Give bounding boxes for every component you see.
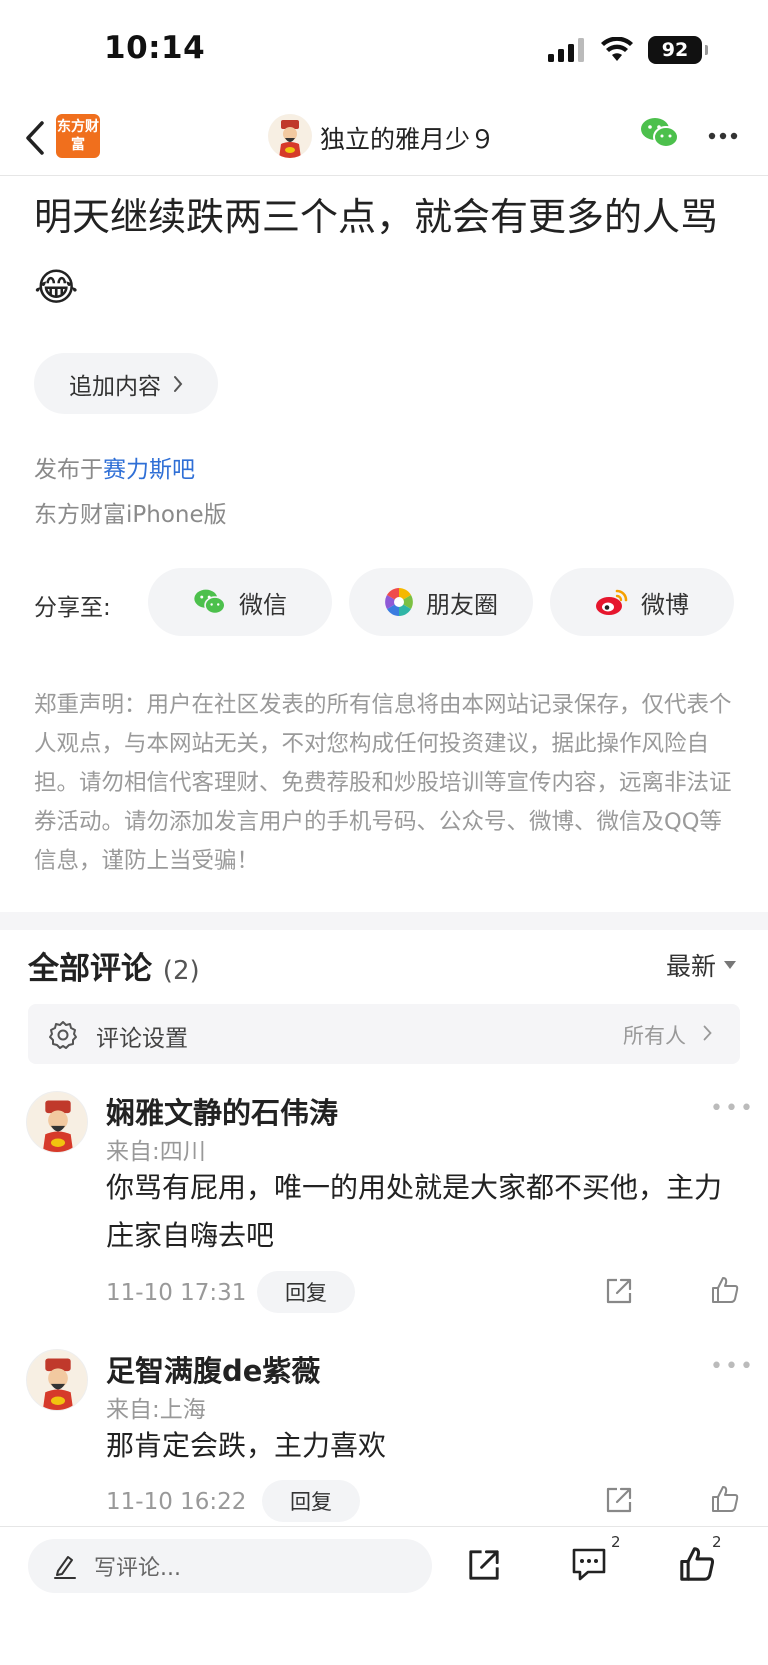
comments-count: (2) <box>162 956 200 986</box>
comment-settings-row[interactable]: 评论设置 所有人 <box>28 1004 740 1064</box>
comment-settings-value: 所有人 <box>623 1024 686 1048</box>
comment-settings-label: 评论设置 <box>96 1026 188 1052</box>
published-prefix: 发布于 <box>34 457 103 483</box>
append-content-label: 追加内容 <box>69 373 161 400</box>
gear-icon <box>49 1021 77 1049</box>
share-label: 分享至: <box>34 595 111 621</box>
comments-title: 全部评论 (2) <box>28 943 200 988</box>
share-icon[interactable] <box>466 1547 502 1583</box>
commenter-avatar[interactable] <box>26 1349 88 1411</box>
sort-dropdown[interactable]: 最新 <box>666 947 736 983</box>
comment-count-badge: 2 <box>611 1533 621 1551</box>
comment-more-icon[interactable]: ••• <box>710 1096 755 1121</box>
commenter-location: 来自:四川 <box>106 1139 206 1165</box>
share-wechat-button[interactable]: 微信 <box>148 568 332 636</box>
back-arrow-icon[interactable] <box>24 120 46 156</box>
like-icon[interactable] <box>678 1545 716 1583</box>
append-content-button[interactable]: 追加内容 <box>34 353 218 414</box>
status-icons: 92 <box>548 36 708 64</box>
client-info: 东方财富iPhone版 <box>34 502 227 528</box>
signal-icon <box>548 38 584 62</box>
post-content: 明天继续跌两三个点，就会有更多的人骂😂 <box>34 195 719 309</box>
comments-title-label: 全部评论 <box>28 951 152 987</box>
share-icon[interactable] <box>604 1276 634 1306</box>
moments-icon <box>385 588 413 616</box>
nav-bar: 东方财富 独立的雅月少９ <box>0 100 768 176</box>
share-icon[interactable] <box>604 1485 634 1515</box>
like-count-badge: 2 <box>712 1533 722 1551</box>
share-moments-button[interactable]: 朋友圈 <box>349 568 533 636</box>
chevron-right-icon <box>174 375 183 392</box>
published-in: 发布于赛力斯吧 <box>34 450 195 484</box>
wifi-icon <box>601 37 633 61</box>
wechat-share-icon[interactable] <box>640 116 680 150</box>
write-comment-placeholder: 写评论... <box>94 1556 181 1581</box>
comment-text: 你骂有屁用，唯一的用处就是大家都不买他，主力庄家自嗨去吧 <box>106 1171 723 1252</box>
like-icon[interactable] <box>710 1484 740 1514</box>
disclaimer-text: 郑重声明：用户在社区发表的所有信息将由本网站记录保存，仅代表个人观点，与本网站无… <box>34 692 732 874</box>
comment-more-icon[interactable]: ••• <box>710 1354 755 1379</box>
commenter-avatar[interactable] <box>26 1091 88 1153</box>
author-avatar[interactable] <box>268 114 312 158</box>
write-comment-input[interactable]: 写评论... <box>28 1539 432 1593</box>
app-logo[interactable]: 东方财富 <box>56 114 100 158</box>
god-of-wealth-icon <box>27 1350 87 1410</box>
god-of-wealth-icon <box>27 1092 87 1152</box>
share-wechat-label: 微信 <box>239 590 287 619</box>
pencil-icon <box>54 1556 76 1579</box>
comment-icon[interactable] <box>570 1547 608 1583</box>
more-options-icon[interactable] <box>708 132 738 140</box>
comment-time: 11-10 16:22 <box>106 1489 247 1515</box>
share-weibo-button[interactable]: 微博 <box>550 568 734 636</box>
wechat-icon <box>194 589 226 615</box>
author-name[interactable]: 独立的雅月少９ <box>320 120 495 156</box>
commenter-name[interactable]: 足智满腹de紫薇 <box>106 1348 320 1390</box>
reply-button[interactable]: 回复 <box>257 1271 355 1313</box>
share-weibo-label: 微博 <box>641 590 689 619</box>
forum-link[interactable]: 赛力斯吧 <box>103 457 195 483</box>
sort-label: 最新 <box>665 952 716 981</box>
status-time: 10:14 <box>104 30 206 66</box>
battery-indicator: 92 <box>648 36 708 64</box>
reply-button[interactable]: 回复 <box>262 1480 360 1522</box>
like-icon[interactable] <box>710 1275 740 1305</box>
comment-time: 11-10 17:31 <box>106 1280 247 1306</box>
commenter-location: 来自:上海 <box>106 1397 206 1423</box>
god-of-wealth-icon <box>268 114 312 158</box>
share-moments-label: 朋友圈 <box>426 590 498 619</box>
section-divider <box>0 912 768 930</box>
weibo-icon <box>596 589 628 615</box>
bottom-bar: 写评论... 2 2 <box>0 1526 768 1665</box>
comment-text: 那肯定会跌，主力喜欢 <box>106 1429 387 1462</box>
chevron-right-icon <box>703 1025 712 1041</box>
commenter-name[interactable]: 娴雅文静的石伟涛 <box>106 1090 338 1132</box>
caret-down-icon <box>724 961 736 969</box>
